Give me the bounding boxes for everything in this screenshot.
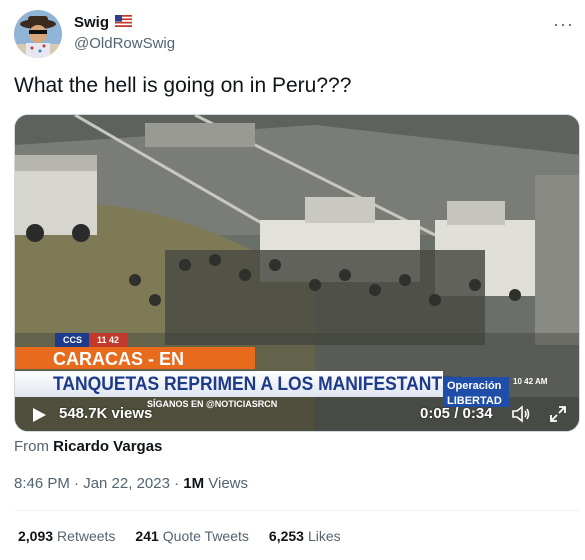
tweet-header: Swig @OldRowSwig ··· <box>14 10 574 60</box>
headline-bottom: TANQUETAS REPRIMEN A LOS MANIFESTANTES <box>53 374 466 395</box>
source-prefix: From <box>14 438 49 455</box>
tweet-text: What the hell is going on in Peru??? <box>14 74 352 97</box>
likes-stat[interactable]: 6,253 Likes <box>269 528 341 544</box>
ticker-location-tag: CCS <box>55 333 91 347</box>
ticker-time-tag: 11 42 <box>89 333 128 347</box>
views-label: Views <box>204 475 249 492</box>
author-display-name[interactable]: Swig <box>74 14 109 31</box>
operation-label-1: Operación <box>447 380 502 392</box>
views-count: 1M <box>183 475 205 492</box>
video-source: From Ricardo Vargas <box>14 438 162 455</box>
quotes-stat[interactable]: 241 Quote Tweets <box>135 528 249 544</box>
play-icon[interactable] <box>31 407 47 428</box>
author-name-line[interactable]: Swig <box>74 14 133 31</box>
avatar[interactable] <box>14 10 62 58</box>
retweets-label: Retweets <box>57 528 116 544</box>
likes-label: Likes <box>307 528 341 544</box>
more-options-icon[interactable]: ··· <box>553 14 574 35</box>
headline-top-bar: CARACAS - EN DIRECTO <box>15 347 255 390</box>
author-handle[interactable]: @OldRowSwig <box>74 35 175 52</box>
video-controls: 548.7K views 0:05 / 0:34 <box>15 395 579 431</box>
engagement-stats: 2,093 Retweets 241 Quote Tweets 6,253 Likes <box>18 528 341 544</box>
divider <box>14 510 580 511</box>
quotes-count: 241 <box>135 528 159 544</box>
headline-bottom-bar: TANQUETAS REPRIMEN A LOS MANIFESTANTES <box>15 371 465 397</box>
us-flag-icon <box>115 14 133 31</box>
retweets-stat[interactable]: 2,093 Retweets <box>18 528 115 544</box>
likes-count: 6,253 <box>268 528 304 544</box>
tweet-timestamp[interactable]: 8:46 PM · Jan 22, 2023 · <box>14 475 183 492</box>
fullscreen-icon[interactable] <box>549 405 567 428</box>
retweets-count: 2,093 <box>18 528 54 544</box>
broadcast-clock: 10 42 AM <box>513 377 548 386</box>
video-timecode: 0:05 / 0:34 <box>420 405 493 422</box>
source-name[interactable]: Ricardo Vargas <box>53 438 162 455</box>
video-player[interactable]: CCS 11 42 CARACAS - EN DIRECTO TANQUETAS… <box>14 114 580 432</box>
quotes-label: Quote Tweets <box>162 528 249 544</box>
tweet-meta: 8:46 PM · Jan 22, 2023 · 1M Views <box>14 475 248 492</box>
volume-icon[interactable] <box>511 405 531 428</box>
video-views: 548.7K views <box>59 405 153 422</box>
